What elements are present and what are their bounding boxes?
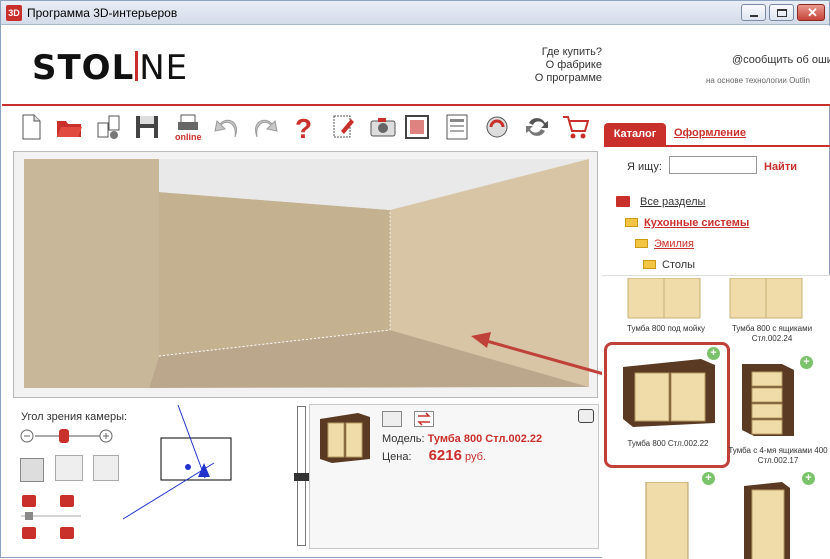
save-icon[interactable] xyxy=(133,113,161,141)
help-icon[interactable]: ? xyxy=(289,113,317,141)
price-label: Цена: xyxy=(382,451,412,463)
share-icon[interactable] xyxy=(95,113,123,141)
catalog-panel: Каталог Оформление Я ищу: Найти Все разд… xyxy=(602,119,830,559)
model-label: Модель: xyxy=(382,433,425,445)
folder-icon xyxy=(635,239,648,248)
left-wall xyxy=(24,159,159,388)
rotate-icon[interactable] xyxy=(523,113,551,141)
online-print-icon[interactable]: online xyxy=(175,113,203,141)
minimize-button[interactable] xyxy=(741,4,766,21)
tree-tables[interactable]: Столы xyxy=(643,259,695,271)
tab-design[interactable]: Оформление xyxy=(674,127,746,139)
catalog-item[interactable] xyxy=(642,482,692,559)
close-button[interactable]: ✕ xyxy=(797,4,825,21)
app-window: 3D Программа 3D-интерьеров ✕ STOL NE Где … xyxy=(0,0,830,559)
model-value: Тумба 800 Стл.002.22 xyxy=(427,433,543,445)
tree-all-sections[interactable]: Все разделы xyxy=(616,196,705,208)
top-view-icon[interactable] xyxy=(55,455,83,481)
minimize-icon xyxy=(750,15,758,17)
add-item-icon[interactable]: + xyxy=(802,472,815,485)
new-file-icon[interactable] xyxy=(17,113,45,141)
camera-zoom-slider[interactable] xyxy=(19,427,119,445)
about-factory-link[interactable]: О фабрике xyxy=(535,59,602,72)
tab-catalog[interactable]: Каталог xyxy=(604,123,666,145)
where-to-buy-link[interactable]: Где купить? xyxy=(535,46,602,59)
tree-emilia[interactable]: Эмилия xyxy=(635,238,694,250)
camera-down-right-icon[interactable] xyxy=(60,527,74,539)
camera-down-icon[interactable] xyxy=(22,527,36,539)
panel-menu-icon[interactable] xyxy=(578,409,594,423)
logo: STOL NE xyxy=(32,48,189,88)
vertical-zoom-slider[interactable] xyxy=(294,406,309,546)
camera-angle-label: Угол зрения камеры: xyxy=(21,411,128,423)
search-label: Я ищу: xyxy=(627,161,662,173)
app-icon: 3D xyxy=(6,5,22,21)
add-item-icon[interactable]: + xyxy=(707,347,720,360)
undo-icon[interactable] xyxy=(213,113,241,141)
about-program-link[interactable]: О программе xyxy=(535,72,602,85)
report-error-link[interactable]: @сообщить об оши xyxy=(732,54,830,66)
camera-plan-map[interactable] xyxy=(118,403,243,523)
open-folder-icon[interactable] xyxy=(55,113,83,141)
report-icon[interactable] xyxy=(443,113,471,141)
camera-up-right-icon[interactable] xyxy=(60,495,74,507)
camera-view-icon[interactable] xyxy=(20,458,44,482)
product-panel: Модель: Тумба 800 Стл.002.22 Цена: 6216 … xyxy=(309,404,599,549)
tech-note: на основе технологии Outlin xyxy=(706,76,810,85)
folder-icon xyxy=(643,260,656,269)
book-icon xyxy=(616,196,630,207)
search-button[interactable]: Найти xyxy=(764,161,797,173)
currency-label: руб. xyxy=(465,451,486,463)
frame-icon[interactable] xyxy=(403,113,431,141)
add-item-icon[interactable]: + xyxy=(800,356,813,369)
header: STOL NE Где купить? О фабрике О программе… xyxy=(2,26,830,106)
camera-panel: Угол зрения камеры: xyxy=(13,403,293,553)
catalog-item-selected[interactable]: + Тумба 800 Стл.002.22 xyxy=(604,342,730,468)
refresh-icon[interactable] xyxy=(483,113,511,141)
search-input[interactable] xyxy=(669,156,757,174)
tree-kitchen-systems[interactable]: Кухонные системы xyxy=(625,217,749,229)
zoom-slider-thumb[interactable] xyxy=(294,473,309,481)
redo-icon[interactable] xyxy=(251,113,279,141)
edit-doc-icon[interactable] xyxy=(329,113,357,141)
price-value: 6216 xyxy=(428,447,462,464)
catalog-item[interactable] xyxy=(742,482,792,559)
catalog-item[interactable]: + Тумба с 4-мя ящиками 400 Стл.002.17 xyxy=(728,356,830,466)
camera-icon[interactable] xyxy=(369,113,397,141)
catalog-item[interactable]: Тумба 800 под мойку xyxy=(616,277,716,338)
maximize-icon xyxy=(777,9,787,17)
svg-text:?: ? xyxy=(295,113,312,141)
height-slider[interactable] xyxy=(21,511,81,521)
close-icon: ✕ xyxy=(807,5,818,20)
product-thumbnail xyxy=(320,413,370,463)
svg-text:online: online xyxy=(175,132,202,141)
perspective-view-icon[interactable] xyxy=(93,455,119,481)
maximize-button[interactable] xyxy=(769,4,794,21)
catalog-items: Тумба 800 под мойку Тумба 800 с ящиками … xyxy=(602,275,830,559)
title-bar: 3D Программа 3D-интерьеров ✕ xyxy=(1,1,829,25)
add-item-icon[interactable]: + xyxy=(702,472,715,485)
folder-icon xyxy=(625,218,638,227)
list-view-icon[interactable] xyxy=(382,411,402,427)
window-title: Программа 3D-интерьеров xyxy=(27,6,178,20)
cart-icon[interactable] xyxy=(561,113,589,141)
swap-icon[interactable] xyxy=(414,411,434,427)
header-links: Где купить? О фабрике О программе xyxy=(535,46,602,85)
catalog-item[interactable]: Тумба 800 с ящиками Стл.002.24 xyxy=(720,277,828,348)
camera-up-icon[interactable] xyxy=(22,495,36,507)
